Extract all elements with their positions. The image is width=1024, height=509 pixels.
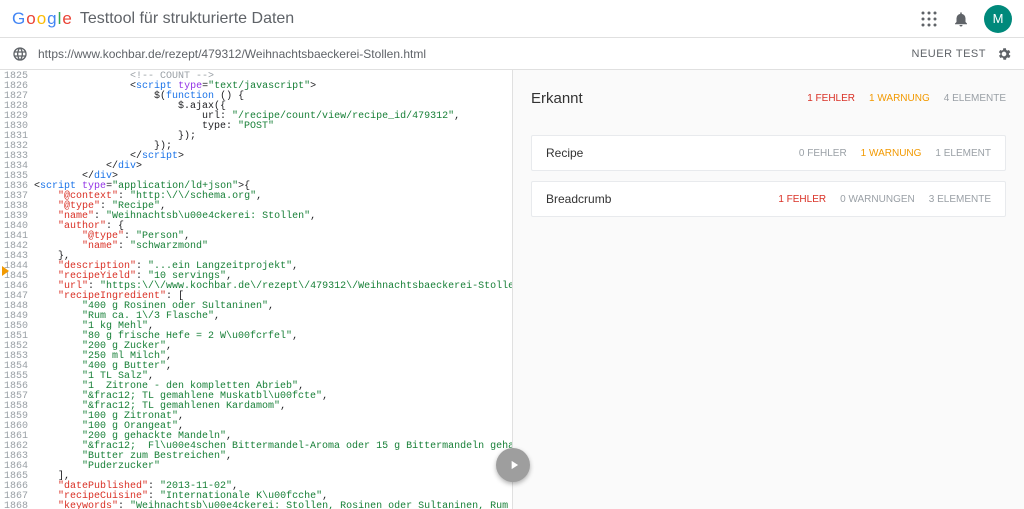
results-title: Erkannt	[531, 90, 583, 107]
line-number-gutter: 1825182618271828182918301831183218331834…	[0, 70, 34, 509]
app-title: Testtool für strukturierte Daten	[80, 10, 294, 28]
result-item-name: Breadcrumb	[546, 192, 611, 206]
globe-icon	[12, 46, 28, 62]
url-text[interactable]: https://www.kochbar.de/rezept/479312/Wei…	[38, 47, 902, 61]
summary-elements: 4 ELEMENTE	[944, 93, 1006, 104]
run-test-button[interactable]	[496, 448, 530, 482]
google-logo: Google	[12, 9, 72, 29]
code-lines[interactable]: <!-- COUNT --> <script type="text/javasc…	[34, 70, 512, 509]
settings-icon[interactable]	[996, 46, 1012, 62]
result-item[interactable]: Recipe 0 FEHLER1 WARNUNG1 ELEMENT	[531, 135, 1006, 171]
result-item-stats: 1 FEHLER0 WARNUNGEN3 ELEMENTE	[778, 194, 991, 205]
results-pane: Erkannt 1 FEHLER 1 WARNUNG 4 ELEMENTE Re…	[512, 70, 1024, 509]
notifications-icon[interactable]	[952, 10, 970, 28]
app-header: Google Testtool für strukturierte Daten …	[0, 0, 1024, 38]
new-test-button[interactable]: NEUER TEST	[912, 48, 986, 60]
result-item-name: Recipe	[546, 146, 583, 160]
summary-errors: 1 FEHLER	[807, 93, 855, 104]
warning-marker-icon	[2, 266, 9, 276]
result-item-stats: 0 FEHLER1 WARNUNG1 ELEMENT	[799, 148, 991, 159]
results-summary: 1 FEHLER 1 WARNUNG 4 ELEMENTE	[807, 93, 1006, 104]
apps-icon[interactable]	[920, 10, 938, 28]
url-bar: https://www.kochbar.de/rezept/479312/Wei…	[0, 38, 1024, 70]
summary-warnings: 1 WARNUNG	[869, 93, 930, 104]
result-item[interactable]: Breadcrumb 1 FEHLER0 WARNUNGEN3 ELEMENTE	[531, 181, 1006, 217]
account-avatar[interactable]: M	[984, 5, 1012, 33]
source-code-pane[interactable]: 1825182618271828182918301831183218331834…	[0, 70, 512, 509]
